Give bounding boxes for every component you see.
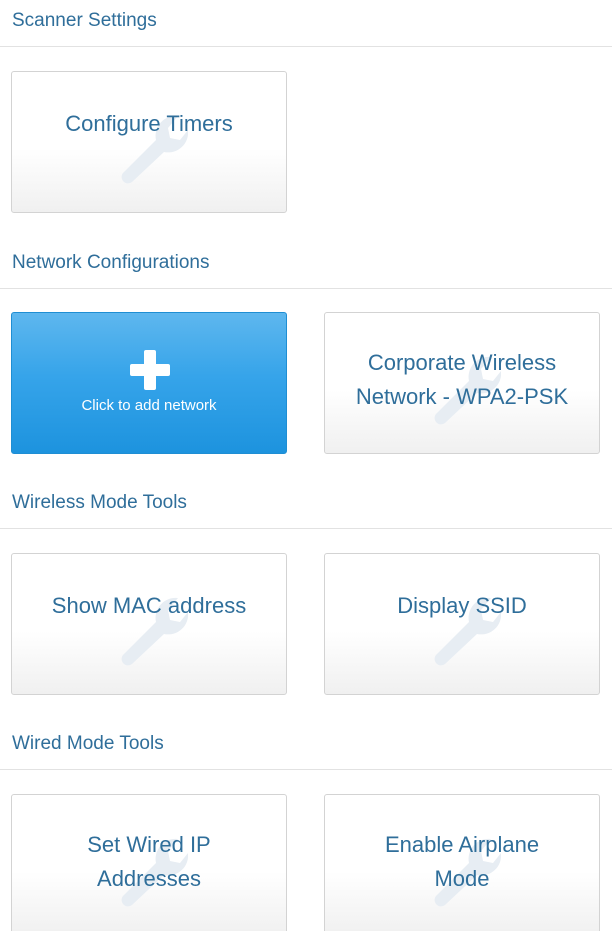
section-divider xyxy=(0,288,612,289)
page: Scanner Settings Configure Timers Networ… xyxy=(0,0,612,931)
tile-label: Show MAC address xyxy=(51,593,247,618)
tile-label: Set Wired IP Addresses xyxy=(87,832,211,891)
section-title-network-configurations: Network Configurations xyxy=(12,252,210,273)
plus-icon xyxy=(130,350,170,390)
tile-set-wired-ip-addresses[interactable]: Set Wired IP Addresses xyxy=(11,794,287,931)
section-title-scanner-settings: Scanner Settings xyxy=(12,10,157,31)
add-network-button[interactable]: Click to add network xyxy=(11,312,287,454)
section-divider xyxy=(0,528,612,529)
tile-display-ssid[interactable]: Display SSID xyxy=(324,553,600,695)
tile-configure-timers[interactable]: Configure Timers xyxy=(11,71,287,213)
tile-corporate-wireless-network[interactable]: Corporate Wireless Network - WPA2-PSK xyxy=(324,312,600,454)
section-divider xyxy=(0,769,612,770)
section-title-wireless-mode-tools: Wireless Mode Tools xyxy=(12,492,187,513)
tile-label: Configure Timers xyxy=(65,111,233,136)
tile-label: Corporate Wireless Network - WPA2-PSK xyxy=(355,350,569,409)
tile-show-mac-address[interactable]: Show MAC address xyxy=(11,553,287,695)
section-divider xyxy=(0,46,612,47)
section-title-wired-mode-tools: Wired Mode Tools xyxy=(12,733,164,754)
tile-label: Enable Airplane Mode xyxy=(384,832,540,891)
add-network-label: Click to add network xyxy=(81,397,217,414)
tile-label: Display SSID xyxy=(397,593,527,618)
tile-enable-airplane-mode[interactable]: Enable Airplane Mode xyxy=(324,794,600,931)
